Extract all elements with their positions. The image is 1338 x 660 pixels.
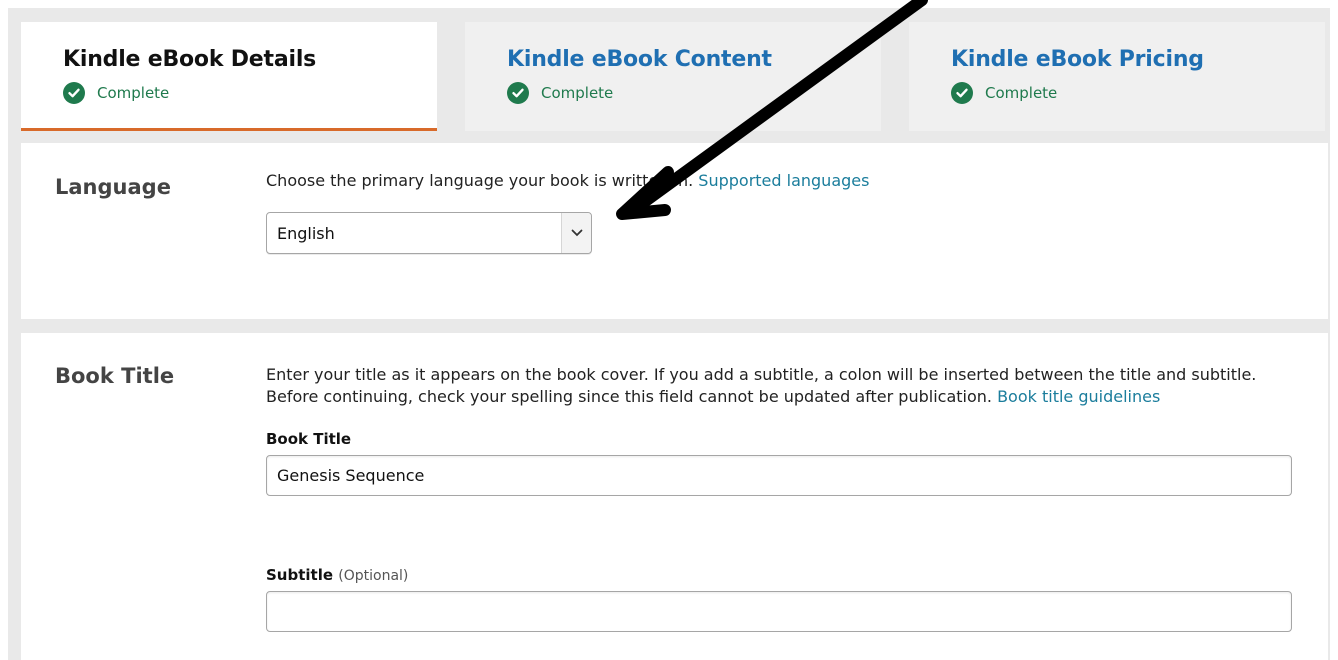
tab-status: Complete bbox=[63, 82, 169, 104]
book-title-guidelines-link[interactable]: Book title guidelines bbox=[997, 387, 1160, 406]
check-circle-icon bbox=[951, 82, 973, 104]
book-title-description: Enter your title as it appears on the bo… bbox=[266, 364, 1301, 408]
tab-title[interactable]: Kindle eBook Content bbox=[507, 47, 772, 72]
subtitle-label-text: Subtitle bbox=[266, 566, 334, 584]
language-select[interactable]: English bbox=[266, 212, 592, 254]
section-label-book-title: Book Title bbox=[55, 364, 175, 388]
tab-details[interactable]: Kindle eBook Details Complete bbox=[21, 22, 437, 131]
check-circle-icon bbox=[507, 82, 529, 104]
book-title-input[interactable]: Genesis Sequence bbox=[266, 455, 1292, 496]
tab-status: Complete bbox=[507, 82, 613, 104]
book-title-field-label: Book Title bbox=[266, 430, 352, 448]
language-description-text: Choose the primary language your book is… bbox=[266, 171, 694, 190]
status-text: Complete bbox=[541, 84, 614, 102]
subtitle-input[interactable] bbox=[266, 591, 1292, 632]
tab-content[interactable]: Kindle eBook Content Complete bbox=[465, 22, 881, 131]
book-title-section: Book Title Enter your title as it appear… bbox=[21, 333, 1328, 660]
check-circle-icon bbox=[63, 82, 85, 104]
tab-pricing[interactable]: Kindle eBook Pricing Complete bbox=[909, 22, 1325, 131]
language-description: Choose the primary language your book is… bbox=[266, 170, 869, 192]
section-label-language: Language bbox=[55, 175, 171, 199]
chevron-down-icon[interactable] bbox=[561, 213, 591, 253]
language-select-value: English bbox=[277, 224, 335, 243]
status-text: Complete bbox=[97, 84, 170, 102]
status-text: Complete bbox=[985, 84, 1058, 102]
tab-status: Complete bbox=[951, 82, 1057, 104]
language-section: Language Choose the primary language you… bbox=[21, 143, 1328, 319]
subtitle-field-label: Subtitle (Optional) bbox=[266, 566, 408, 584]
tab-title[interactable]: Kindle eBook Pricing bbox=[951, 47, 1204, 72]
supported-languages-link[interactable]: Supported languages bbox=[698, 171, 869, 190]
tab-title: Kindle eBook Details bbox=[63, 47, 317, 72]
optional-tag: (Optional) bbox=[338, 568, 409, 584]
